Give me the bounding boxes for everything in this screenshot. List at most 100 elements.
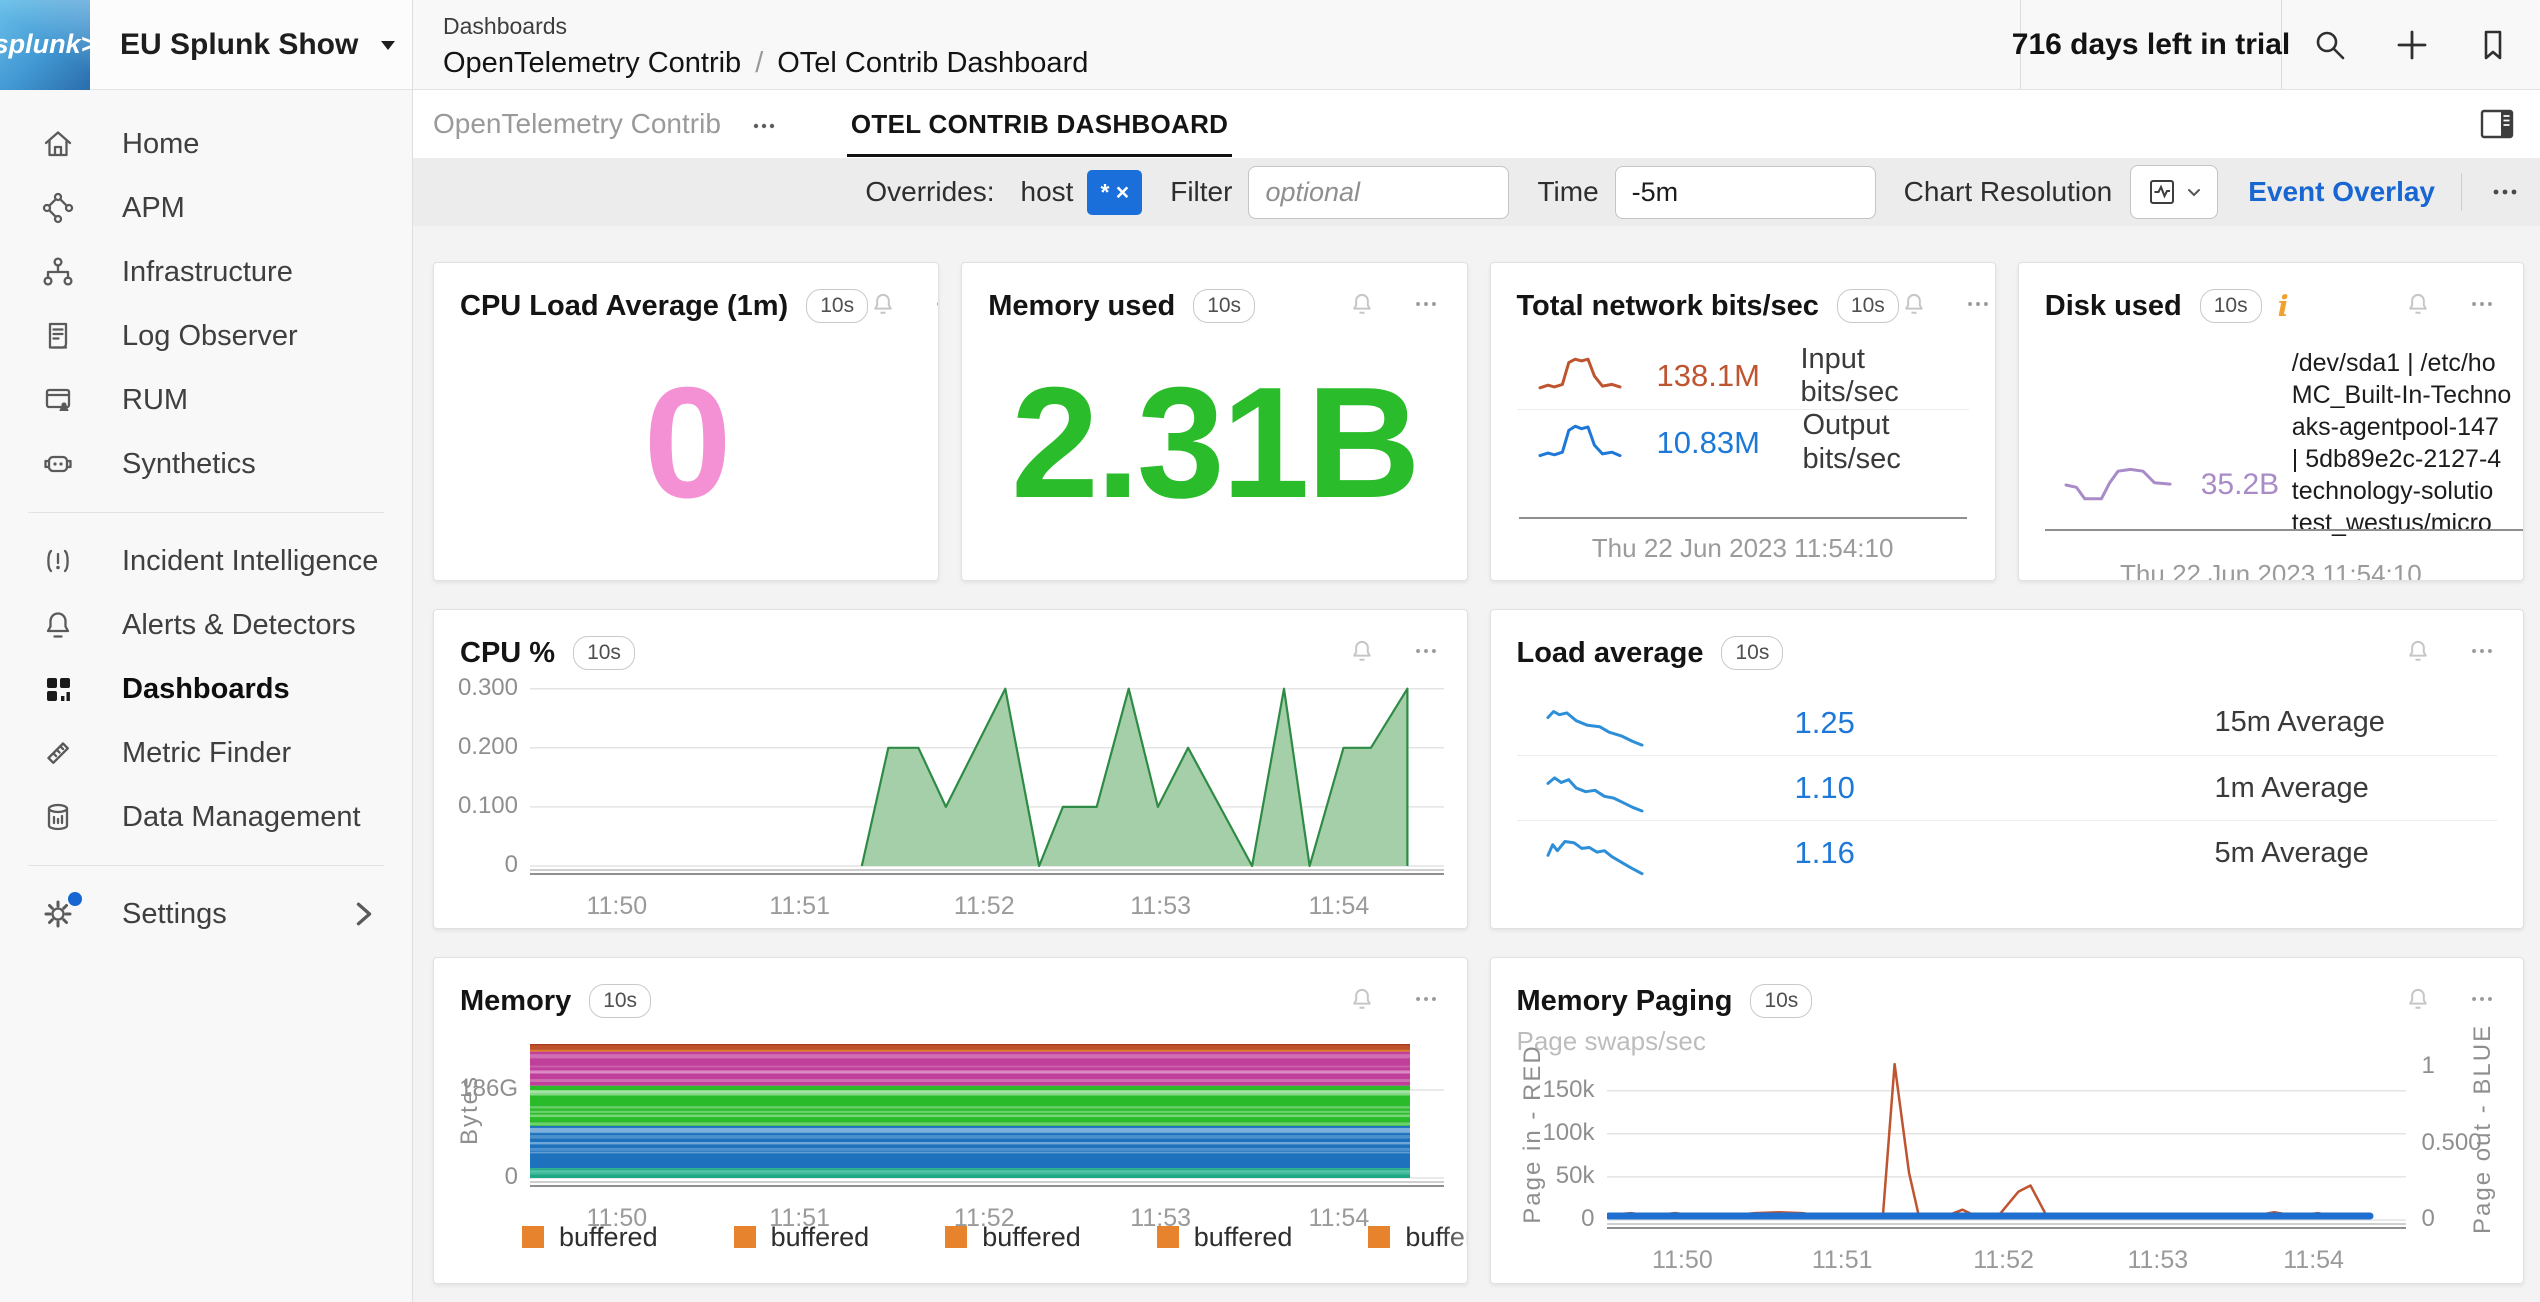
chevron-down-icon bbox=[2186, 184, 2202, 200]
y-tick-label: 0.100 bbox=[433, 792, 518, 820]
metric-label: 5m Average bbox=[2215, 837, 2369, 870]
metric-row[interactable]: 1.16 5m Average bbox=[1517, 820, 2498, 885]
metric-value: 1.10 bbox=[1795, 770, 1965, 806]
override-chip[interactable]: * × bbox=[1087, 170, 1142, 215]
card-title: Memory used bbox=[988, 290, 1175, 323]
info-icon[interactable]: i bbox=[2278, 289, 2289, 323]
sidebar-item-apm[interactable]: APM bbox=[0, 176, 412, 240]
sidebar-item-home[interactable]: Home bbox=[0, 112, 412, 176]
sidebar-item-settings[interactable]: Settings bbox=[0, 882, 412, 946]
legend-label: buffered bbox=[1405, 1222, 1467, 1253]
metric-row[interactable]: 10.83M Output bits/sec bbox=[1517, 409, 1969, 475]
x-tick-label: 11:54 bbox=[1289, 1204, 1389, 1233]
more-icon[interactable] bbox=[1963, 289, 1993, 324]
metric-row[interactable]: 138.1M Input bits/sec bbox=[1517, 343, 1969, 409]
card-memory-paging: Memory Paging 10s Page swaps/sec Page in… bbox=[1490, 957, 2525, 1284]
search-icon[interactable] bbox=[2310, 25, 2350, 65]
top-bar: Dashboards OpenTelemetry Contrib / OTel … bbox=[413, 0, 2540, 90]
dimension-item: technology-solutio bbox=[2292, 475, 2523, 507]
sidebar-item-label: Metric Finder bbox=[122, 737, 291, 770]
divider bbox=[1519, 517, 1967, 519]
metric-row[interactable]: 1.25 15m Average bbox=[1517, 690, 2498, 755]
breadcrumb-group[interactable]: OpenTelemetry Contrib bbox=[443, 47, 741, 80]
x-tick-label: 11:52 bbox=[934, 892, 1034, 921]
dimension-item: test_westus/micro bbox=[2292, 507, 2523, 539]
metric-value: 1.16 bbox=[1795, 835, 1965, 871]
y-tick-label: 50k bbox=[1503, 1162, 1595, 1190]
panel-toggle-icon[interactable] bbox=[2476, 103, 2518, 145]
bookmark-icon[interactable] bbox=[2474, 26, 2512, 64]
single-value[interactable]: 2.31B bbox=[962, 333, 1466, 554]
resolution-badge: 10s bbox=[1193, 289, 1255, 323]
plus-icon[interactable] bbox=[2392, 25, 2432, 65]
sidebar-item-metric-finder[interactable]: Metric Finder bbox=[0, 721, 412, 785]
card-total-network: Total network bits/sec 10s 138.1M Input … bbox=[1490, 262, 1996, 581]
card-memory-used: Memory used 10s 2.31B bbox=[961, 262, 1467, 581]
card-title: Load average bbox=[1517, 637, 1704, 670]
time-input[interactable] bbox=[1615, 166, 1876, 219]
sidebar-item-label: Infrastructure bbox=[122, 256, 293, 289]
breadcrumb-root[interactable]: Dashboards bbox=[443, 13, 2020, 40]
chevron-down-icon[interactable] bbox=[376, 33, 400, 57]
bell-icon[interactable] bbox=[2403, 636, 2433, 671]
memory-plot[interactable] bbox=[530, 1036, 1444, 1188]
app-window: splunk> EU Splunk Show Home APM Infrastr… bbox=[0, 0, 2540, 1302]
sparkline bbox=[1545, 697, 1645, 749]
sidebar-item-data-management[interactable]: Data Management bbox=[0, 785, 412, 849]
more-icon[interactable] bbox=[932, 289, 939, 324]
filter-label: Filter bbox=[1170, 176, 1232, 208]
breadcrumb-page[interactable]: OTel Contrib Dashboard bbox=[777, 47, 1088, 80]
bell-icon[interactable] bbox=[2403, 289, 2433, 324]
sparkline bbox=[2063, 459, 2173, 511]
sidebar-item-rum[interactable]: RUM bbox=[0, 368, 412, 432]
bell-icon[interactable] bbox=[1899, 289, 1929, 324]
sidebar-item-log-observer[interactable]: Log Observer bbox=[0, 304, 412, 368]
sidebar-item-alerts-detectors[interactable]: Alerts & Detectors bbox=[0, 593, 412, 657]
bell-icon[interactable] bbox=[1347, 289, 1377, 324]
sidebar-item-label: RUM bbox=[122, 384, 188, 417]
main-area: Dashboards OpenTelemetry Contrib / OTel … bbox=[413, 0, 2540, 1302]
pulse-chart-icon bbox=[2147, 177, 2177, 207]
tab-group-label[interactable]: OpenTelemetry Contrib bbox=[433, 108, 721, 140]
chart-resolution-button[interactable] bbox=[2130, 165, 2218, 219]
metric-label: 1m Average bbox=[2215, 772, 2369, 805]
sidebar-divider bbox=[28, 512, 384, 513]
single-value[interactable]: 0 bbox=[434, 333, 938, 554]
splunk-logo[interactable]: splunk> bbox=[0, 0, 90, 90]
y-tick-label: 0.200 bbox=[433, 733, 518, 761]
bell-icon[interactable] bbox=[868, 289, 898, 324]
filter-input[interactable] bbox=[1248, 166, 1509, 219]
dimension-list: /dev/sda1 | /etc/ho MC_Built-In-Techno a… bbox=[2292, 347, 2523, 539]
home-icon bbox=[40, 126, 76, 162]
sidebar-item-synthetics[interactable]: Synthetics bbox=[0, 432, 412, 496]
x-tick-label: 11:50 bbox=[567, 1204, 667, 1233]
sidebar-item-incident-intelligence[interactable]: Incident Intelligence bbox=[0, 529, 412, 593]
chart-area: Page in - RED Page out - BLUE 150k100k50… bbox=[1491, 958, 2524, 1283]
more-icon[interactable] bbox=[747, 107, 781, 141]
sidebar-item-infrastructure[interactable]: Infrastructure bbox=[0, 240, 412, 304]
metric-row[interactable]: 1.10 1m Average bbox=[1517, 755, 2498, 820]
sidebar-item-dashboards[interactable]: Dashboards bbox=[0, 657, 412, 721]
more-icon[interactable] bbox=[1411, 289, 1441, 324]
tab-active-dashboard[interactable]: OTEL CONTRIB DASHBOARD bbox=[847, 109, 1232, 140]
x-tick-label: 11:52 bbox=[934, 1204, 1034, 1233]
more-icon[interactable] bbox=[2467, 636, 2497, 671]
trial-countdown: 716 days left in trial bbox=[2020, 0, 2282, 89]
sidebar-item-label: Log Observer bbox=[122, 320, 298, 353]
memory-paging-plot[interactable] bbox=[1607, 1052, 2406, 1230]
metric-finder-icon bbox=[40, 735, 76, 771]
more-icon[interactable] bbox=[2467, 289, 2497, 324]
resolution-badge: 10s bbox=[1721, 636, 1783, 670]
cpu-percent-plot[interactable] bbox=[530, 668, 1444, 876]
top-actions bbox=[2282, 0, 2540, 89]
event-overlay-link[interactable]: Event Overlay bbox=[2248, 176, 2435, 208]
filter-toolbar: Overrides: host * × Filter Time Chart Re… bbox=[413, 158, 2540, 226]
card-disk-used: Disk used 10s i /dev/sda1 | /etc/ho MC_B… bbox=[2018, 262, 2524, 581]
chart-resolution-label: Chart Resolution bbox=[1904, 176, 2113, 208]
divider bbox=[2045, 529, 2523, 531]
metric-label: 15m Average bbox=[2215, 706, 2385, 739]
y-tick-label: 0.500 bbox=[2422, 1129, 2514, 1157]
more-icon[interactable] bbox=[2488, 175, 2522, 209]
y-tick-label: 100k bbox=[1503, 1119, 1595, 1147]
workspace-name[interactable]: EU Splunk Show bbox=[120, 28, 358, 62]
